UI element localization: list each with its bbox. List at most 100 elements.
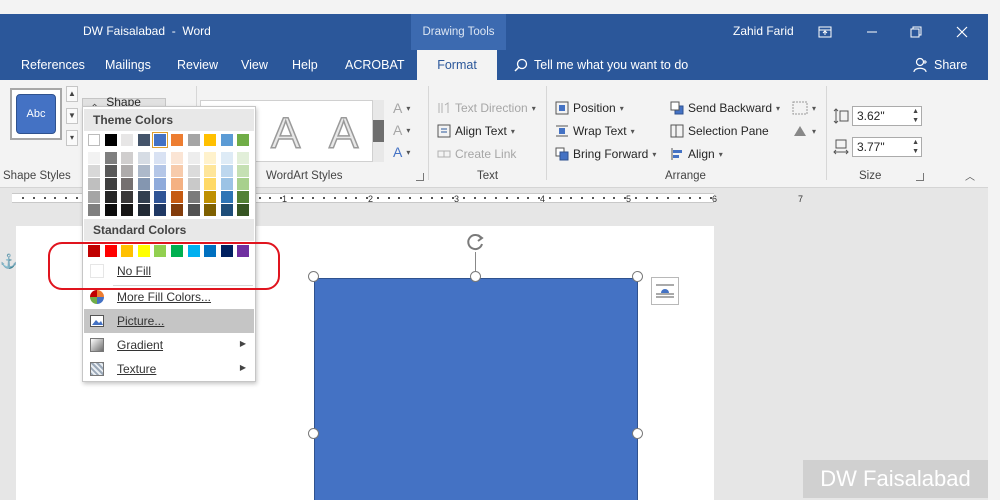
resize-handle-top-right[interactable]	[632, 271, 643, 282]
text-effects-icon[interactable]: A ▾	[393, 144, 410, 160]
tab-format[interactable]: Format	[417, 50, 497, 80]
theme-shade-swatch[interactable]	[121, 178, 134, 190]
gallery-more-icon[interactable]: ▾	[66, 130, 78, 146]
wordart-scroll-up-icon[interactable]	[372, 100, 384, 120]
wordart-style-2[interactable]: A	[270, 108, 301, 159]
tab-view[interactable]: View	[241, 50, 268, 80]
theme-shade-swatch[interactable]	[104, 152, 117, 164]
theme-color-swatch[interactable]	[121, 134, 134, 146]
texture-menu-item[interactable]: Texture ▶	[84, 357, 254, 381]
theme-shade-swatch[interactable]	[154, 191, 167, 203]
theme-shade-swatch[interactable]	[88, 191, 100, 203]
theme-shade-swatch[interactable]	[121, 204, 134, 216]
wordart-more-icon[interactable]	[372, 142, 384, 162]
gallery-scroll-down-icon[interactable]: ▼	[66, 108, 78, 124]
shape-style-preview[interactable]: Abc	[10, 88, 62, 140]
theme-shade-swatch[interactable]	[220, 165, 233, 177]
resize-handle-top-left[interactable]	[308, 271, 319, 282]
theme-color-swatch[interactable]	[104, 134, 117, 146]
selected-rectangle-shape[interactable]	[314, 278, 638, 500]
share-button[interactable]: Share	[913, 50, 967, 80]
theme-shade-swatch[interactable]	[187, 178, 200, 190]
theme-shade-swatch[interactable]	[137, 152, 150, 164]
theme-shade-swatch[interactable]	[88, 178, 100, 190]
theme-shade-swatch[interactable]	[104, 165, 117, 177]
theme-shade-swatch[interactable]	[137, 178, 150, 190]
height-spinner-icon[interactable]: ▲ ▼	[912, 107, 919, 125]
theme-shade-swatch[interactable]	[204, 191, 217, 203]
theme-shade-swatch[interactable]	[237, 178, 250, 190]
rotate-handle-icon[interactable]	[466, 232, 486, 252]
wordart-style-3[interactable]: A	[328, 108, 359, 159]
theme-shade-swatch[interactable]	[220, 204, 233, 216]
layout-options-button[interactable]	[651, 277, 679, 305]
theme-shade-swatch[interactable]	[88, 204, 100, 216]
theme-shade-swatch[interactable]	[237, 204, 250, 216]
theme-shade-swatch[interactable]	[88, 152, 100, 164]
tell-me-search[interactable]: Tell me what you want to do	[514, 50, 688, 80]
theme-shade-swatch[interactable]	[220, 178, 233, 190]
theme-shade-swatch[interactable]	[137, 204, 150, 216]
selection-pane-button[interactable]: Selection Pane	[670, 124, 769, 138]
gradient-menu-item[interactable]: Gradient ▶	[84, 333, 254, 357]
wrap-text-button[interactable]: Wrap Text ▾	[555, 124, 635, 138]
theme-shade-swatch[interactable]	[104, 178, 117, 190]
theme-shade-swatch[interactable]	[154, 204, 167, 216]
group-objects-icon[interactable]: ▾	[792, 101, 816, 115]
theme-color-swatch[interactable]	[204, 134, 217, 146]
theme-shade-swatch[interactable]	[154, 165, 167, 177]
resize-handle-left[interactable]	[308, 428, 319, 439]
theme-shade-swatch[interactable]	[137, 191, 150, 203]
theme-shade-swatch[interactable]	[171, 165, 183, 177]
align-text-button[interactable]: Align Text ▾	[437, 124, 515, 138]
tab-review[interactable]: Review	[177, 50, 218, 80]
theme-color-swatch[interactable]	[137, 134, 150, 146]
theme-shade-swatch[interactable]	[171, 152, 183, 164]
theme-color-swatch[interactable]	[187, 134, 200, 146]
size-dialog-launcher-icon[interactable]	[916, 173, 924, 181]
user-name[interactable]: Zahid Farid	[733, 24, 794, 38]
tab-references[interactable]: References	[21, 50, 85, 80]
theme-shade-swatch[interactable]	[204, 152, 217, 164]
wordart-scroll-down-icon[interactable]	[372, 120, 384, 142]
rotate-objects-icon[interactable]: ▾	[792, 124, 816, 138]
text-direction-button[interactable]: Text Direction ▾	[437, 101, 536, 115]
theme-shade-swatch[interactable]	[154, 152, 167, 164]
send-backward-button[interactable]: Send Backward ▾	[670, 101, 780, 115]
width-spinner-icon[interactable]: ▲ ▼	[912, 138, 919, 156]
close-icon[interactable]	[952, 22, 972, 42]
theme-shade-swatch[interactable]	[121, 165, 134, 177]
theme-color-swatch[interactable]	[237, 134, 250, 146]
theme-color-swatch[interactable]	[152, 132, 169, 148]
theme-shade-swatch[interactable]	[137, 165, 150, 177]
theme-shade-swatch[interactable]	[171, 178, 183, 190]
tab-help[interactable]: Help	[292, 50, 318, 80]
create-link-button[interactable]: Create Link	[437, 147, 516, 161]
theme-shade-swatch[interactable]	[104, 204, 117, 216]
tab-acrobat[interactable]: ACROBAT	[345, 50, 405, 80]
theme-color-swatch[interactable]	[171, 134, 183, 146]
theme-shade-swatch[interactable]	[121, 152, 134, 164]
resize-handle-top[interactable]	[470, 271, 481, 282]
theme-shade-swatch[interactable]	[104, 191, 117, 203]
shape-width-input[interactable]: 3.77" ▲ ▼	[852, 137, 922, 157]
collapse-ribbon-icon[interactable]: ︿	[965, 168, 975, 183]
theme-color-swatch[interactable]	[220, 134, 233, 146]
theme-shade-swatch[interactable]	[237, 165, 250, 177]
text-fill-icon[interactable]: A ▾	[393, 100, 410, 116]
theme-shade-swatch[interactable]	[187, 191, 200, 203]
gallery-scroll-up-icon[interactable]: ▲	[66, 86, 78, 102]
tab-mailings[interactable]: Mailings	[105, 50, 151, 80]
theme-shade-swatch[interactable]	[220, 191, 233, 203]
ribbon-display-options-icon[interactable]	[815, 22, 835, 42]
theme-shade-swatch[interactable]	[204, 204, 217, 216]
picture-menu-item[interactable]: Picture...	[84, 309, 254, 333]
theme-shade-swatch[interactable]	[171, 204, 183, 216]
theme-shade-swatch[interactable]	[237, 191, 250, 203]
theme-shade-swatch[interactable]	[187, 165, 200, 177]
minimize-icon[interactable]	[862, 22, 882, 42]
align-button[interactable]: Align ▾	[670, 147, 723, 161]
restore-icon[interactable]	[906, 22, 926, 42]
wordart-dialog-launcher-icon[interactable]	[416, 173, 424, 181]
theme-shade-swatch[interactable]	[187, 152, 200, 164]
